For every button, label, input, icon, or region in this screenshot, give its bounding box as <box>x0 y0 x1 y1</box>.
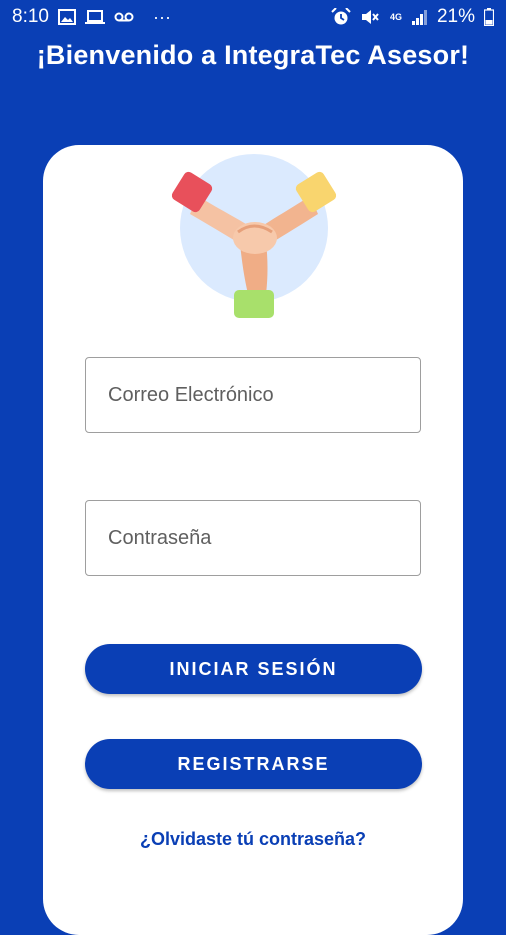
email-field[interactable] <box>85 357 421 433</box>
register-button[interactable]: REGISTRARSE <box>85 739 422 789</box>
page-title: ¡Bienvenido a IntegraTec Asesor! <box>36 40 470 70</box>
mute-icon <box>360 8 380 26</box>
forgot-password-link[interactable]: ¿Olvidaste tú contraseña? <box>0 829 506 850</box>
image-icon <box>57 9 76 25</box>
status-bar-right: 4G 21% <box>331 6 494 28</box>
battery-percent: 21% <box>436 6 475 27</box>
network-type-label: 4G <box>389 11 402 22</box>
login-button[interactable]: INICIAR SESIÓN <box>85 644 422 694</box>
password-field[interactable] <box>85 500 421 576</box>
status-time: 8:10 <box>12 6 49 27</box>
more-dots-icon: ··· <box>152 6 171 27</box>
status-bar-left: 8:10 ··· <box>12 6 171 28</box>
laptop-icon <box>84 9 105 25</box>
email-input[interactable] <box>86 358 420 432</box>
battery-icon <box>484 8 494 26</box>
teamwork-hands-logo <box>168 152 340 322</box>
status-bar: 8:10 ··· 4G 21% <box>0 0 506 34</box>
password-input[interactable] <box>86 501 420 575</box>
signal-icon <box>411 9 428 25</box>
alarm-icon <box>331 8 351 26</box>
voicemail-icon <box>114 11 134 23</box>
